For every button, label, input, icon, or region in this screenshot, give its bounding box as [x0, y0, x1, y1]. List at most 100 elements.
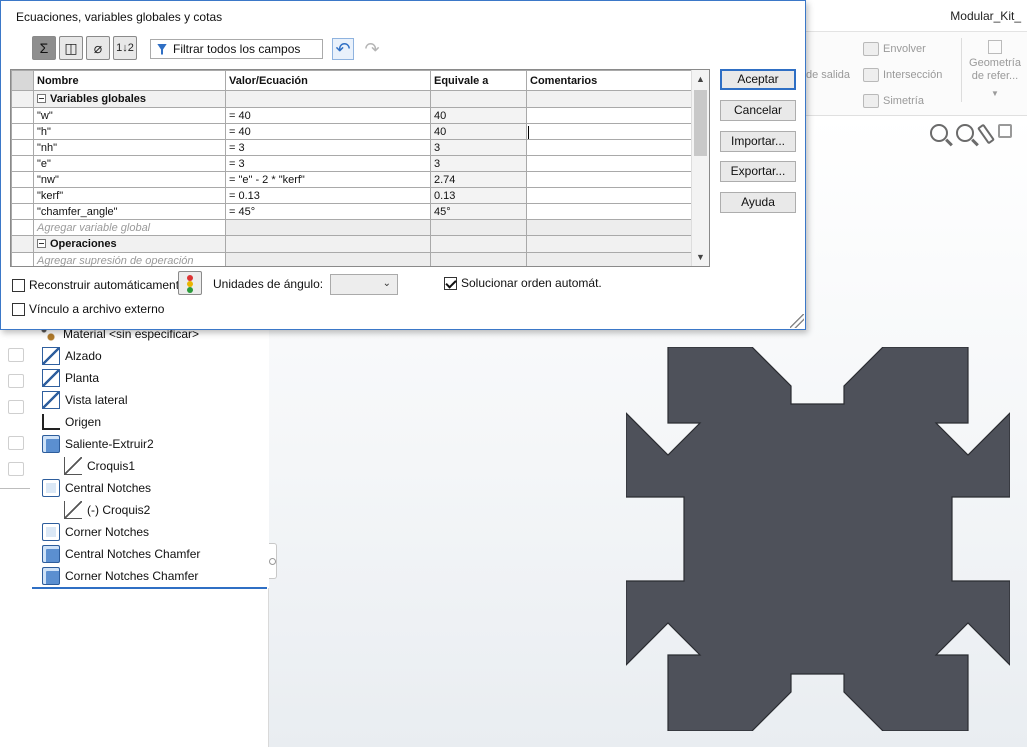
- part-model[interactable]: [626, 347, 1010, 731]
- envolver-button[interactable]: Envolver: [863, 42, 926, 56]
- row-selector[interactable]: [11, 155, 34, 172]
- row-selector-header[interactable]: [11, 70, 34, 91]
- tree-item-alzado[interactable]: Alzado: [42, 345, 102, 367]
- var-comment-cell[interactable]: [526, 155, 692, 172]
- reference-geometry-button[interactable]: Geometría de refer... ▼: [964, 36, 1026, 100]
- var-comment-cell[interactable]: [526, 187, 692, 204]
- export-button[interactable]: Exportar...: [720, 161, 796, 182]
- feature-tree: Material <sin especificar> Alzado Planta…: [32, 324, 269, 588]
- row-selector[interactable]: [11, 203, 34, 220]
- var-value-cell[interactable]: = 3: [225, 155, 431, 172]
- column-header-equivale[interactable]: Equivale a: [430, 70, 527, 91]
- row-selector[interactable]: [11, 235, 34, 253]
- var-name-cell[interactable]: "e": [33, 155, 226, 172]
- var-name-cell[interactable]: "nh": [33, 139, 226, 156]
- table-row: "nh" = 3 3: [11, 139, 692, 156]
- previous-view-icon[interactable]: [976, 123, 996, 145]
- var-name-cell[interactable]: "nw": [33, 171, 226, 188]
- cut-extrude-icon: [42, 479, 60, 497]
- divider: [0, 488, 30, 489]
- checkbox-box[interactable]: [444, 276, 457, 290]
- var-value-cell[interactable]: = 40: [225, 123, 431, 140]
- import-button[interactable]: Importar...: [720, 131, 796, 152]
- group-name[interactable]: Operaciones: [33, 235, 226, 253]
- var-value-cell[interactable]: = 0.13: [225, 187, 431, 204]
- tree-item-saliente-extruir2[interactable]: Saliente-Extruir2: [42, 433, 154, 455]
- row-selector[interactable]: [11, 187, 34, 204]
- checkbox-box[interactable]: [12, 302, 25, 316]
- resize-grip-icon[interactable]: [790, 314, 804, 328]
- tree-item-corner-notches-chamfer[interactable]: Corner Notches Chamfer: [42, 565, 198, 587]
- var-value-cell[interactable]: = 3: [225, 139, 431, 156]
- help-button[interactable]: Ayuda: [720, 192, 796, 213]
- add-operation-cell[interactable]: Agregar supresión de operación: [33, 252, 226, 266]
- row-selector[interactable]: [11, 171, 34, 188]
- column-header-valor[interactable]: Valor/Ecuación: [225, 70, 431, 91]
- column-header-nombre[interactable]: Nombre: [33, 70, 226, 91]
- add-global-cell[interactable]: Agregar variable global: [33, 219, 226, 236]
- var-value-cell[interactable]: = "e" - 2 * "kerf": [225, 171, 431, 188]
- filter-field[interactable]: Filtrar todos los campos: [150, 39, 323, 59]
- accept-button[interactable]: Aceptar: [720, 69, 796, 90]
- group-name[interactable]: Variables globales: [33, 90, 226, 108]
- section-view-icon[interactable]: [998, 124, 1012, 138]
- row-selector[interactable]: [11, 139, 34, 156]
- rebuild-checkbox[interactable]: Reconstruir automáticament: [12, 278, 179, 292]
- group-cell: [225, 235, 431, 253]
- tree-item-croquis1[interactable]: Croquis1: [64, 455, 135, 477]
- var-name-cell[interactable]: "h": [33, 123, 226, 140]
- auto-order-label: Solucionar orden automát.: [461, 276, 602, 290]
- angle-units-select[interactable]: ⌄: [330, 274, 398, 295]
- collapse-icon[interactable]: [37, 239, 46, 248]
- var-comment-cell[interactable]: [526, 139, 692, 156]
- panel-collapse-handle[interactable]: [268, 543, 277, 579]
- row-selector[interactable]: [11, 107, 34, 124]
- collapse-icon[interactable]: [37, 94, 46, 103]
- undo-button[interactable]: ↶: [332, 38, 354, 60]
- auto-order-checkbox[interactable]: Solucionar orden automát.: [444, 276, 602, 290]
- var-comment-cell[interactable]: [526, 203, 692, 220]
- sketch-equation-view-button[interactable]: ◫: [59, 36, 83, 60]
- rebuild-button[interactable]: [178, 271, 202, 295]
- var-comment-cell[interactable]: [526, 107, 692, 124]
- var-name-cell[interactable]: "chamfer_angle": [33, 203, 226, 220]
- dimension-view-button[interactable]: ⌀: [86, 36, 110, 60]
- row-selector[interactable]: [11, 90, 34, 108]
- tree-item-central-notches[interactable]: Central Notches: [42, 477, 151, 499]
- chevron-up-icon[interactable]: ▲: [695, 74, 706, 85]
- link-external-checkbox[interactable]: Vínculo a archivo externo: [12, 302, 164, 316]
- tree-item-origen[interactable]: Origen: [42, 411, 101, 433]
- row-selector[interactable]: [11, 123, 34, 140]
- simetria-button[interactable]: Simetría: [863, 94, 924, 108]
- var-comment-cell[interactable]: [526, 171, 692, 188]
- tree-item-planta[interactable]: Planta: [42, 367, 99, 389]
- ordered-view-button[interactable]: 1↓2: [113, 36, 137, 60]
- zoom-to-fit-icon[interactable]: [930, 124, 948, 142]
- var-comment-cell[interactable]: [526, 123, 692, 140]
- tree-item-croquis2[interactable]: (-) Croquis2: [64, 499, 150, 521]
- row-selector[interactable]: [11, 252, 34, 266]
- cancel-button[interactable]: Cancelar: [720, 100, 796, 121]
- tree-item-corner-notches[interactable]: Corner Notches: [42, 521, 149, 543]
- interseccion-button[interactable]: Intersección: [863, 68, 942, 82]
- tree-item-vista-lateral[interactable]: Vista lateral: [42, 389, 127, 411]
- redo-icon: ↷: [364, 38, 380, 59]
- column-header-comentarios[interactable]: Comentarios: [526, 70, 692, 91]
- view-toolbar: [930, 123, 1012, 145]
- chevron-down-icon[interactable]: ▼: [695, 252, 706, 263]
- tree-item-label: Vista lateral: [65, 393, 128, 407]
- equation-view-button[interactable]: Σ: [32, 36, 56, 60]
- var-value-cell[interactable]: = 40: [225, 107, 431, 124]
- row-selector[interactable]: [11, 219, 34, 236]
- tree-item-label: Central Notches Chamfer: [65, 547, 201, 561]
- var-name-cell[interactable]: "kerf": [33, 187, 226, 204]
- rollback-bar[interactable]: [32, 587, 267, 589]
- checkbox-box[interactable]: [12, 278, 25, 292]
- var-value-cell[interactable]: = 45°: [225, 203, 431, 220]
- scroll-thumb[interactable]: [694, 90, 707, 156]
- tree-item-central-notches-chamfer[interactable]: Central Notches Chamfer: [42, 543, 200, 565]
- vertical-scrollbar[interactable]: ▲ ▼: [691, 70, 709, 266]
- redo-button[interactable]: ↷: [361, 38, 383, 60]
- zoom-area-icon[interactable]: [956, 124, 974, 142]
- var-name-cell[interactable]: "w": [33, 107, 226, 124]
